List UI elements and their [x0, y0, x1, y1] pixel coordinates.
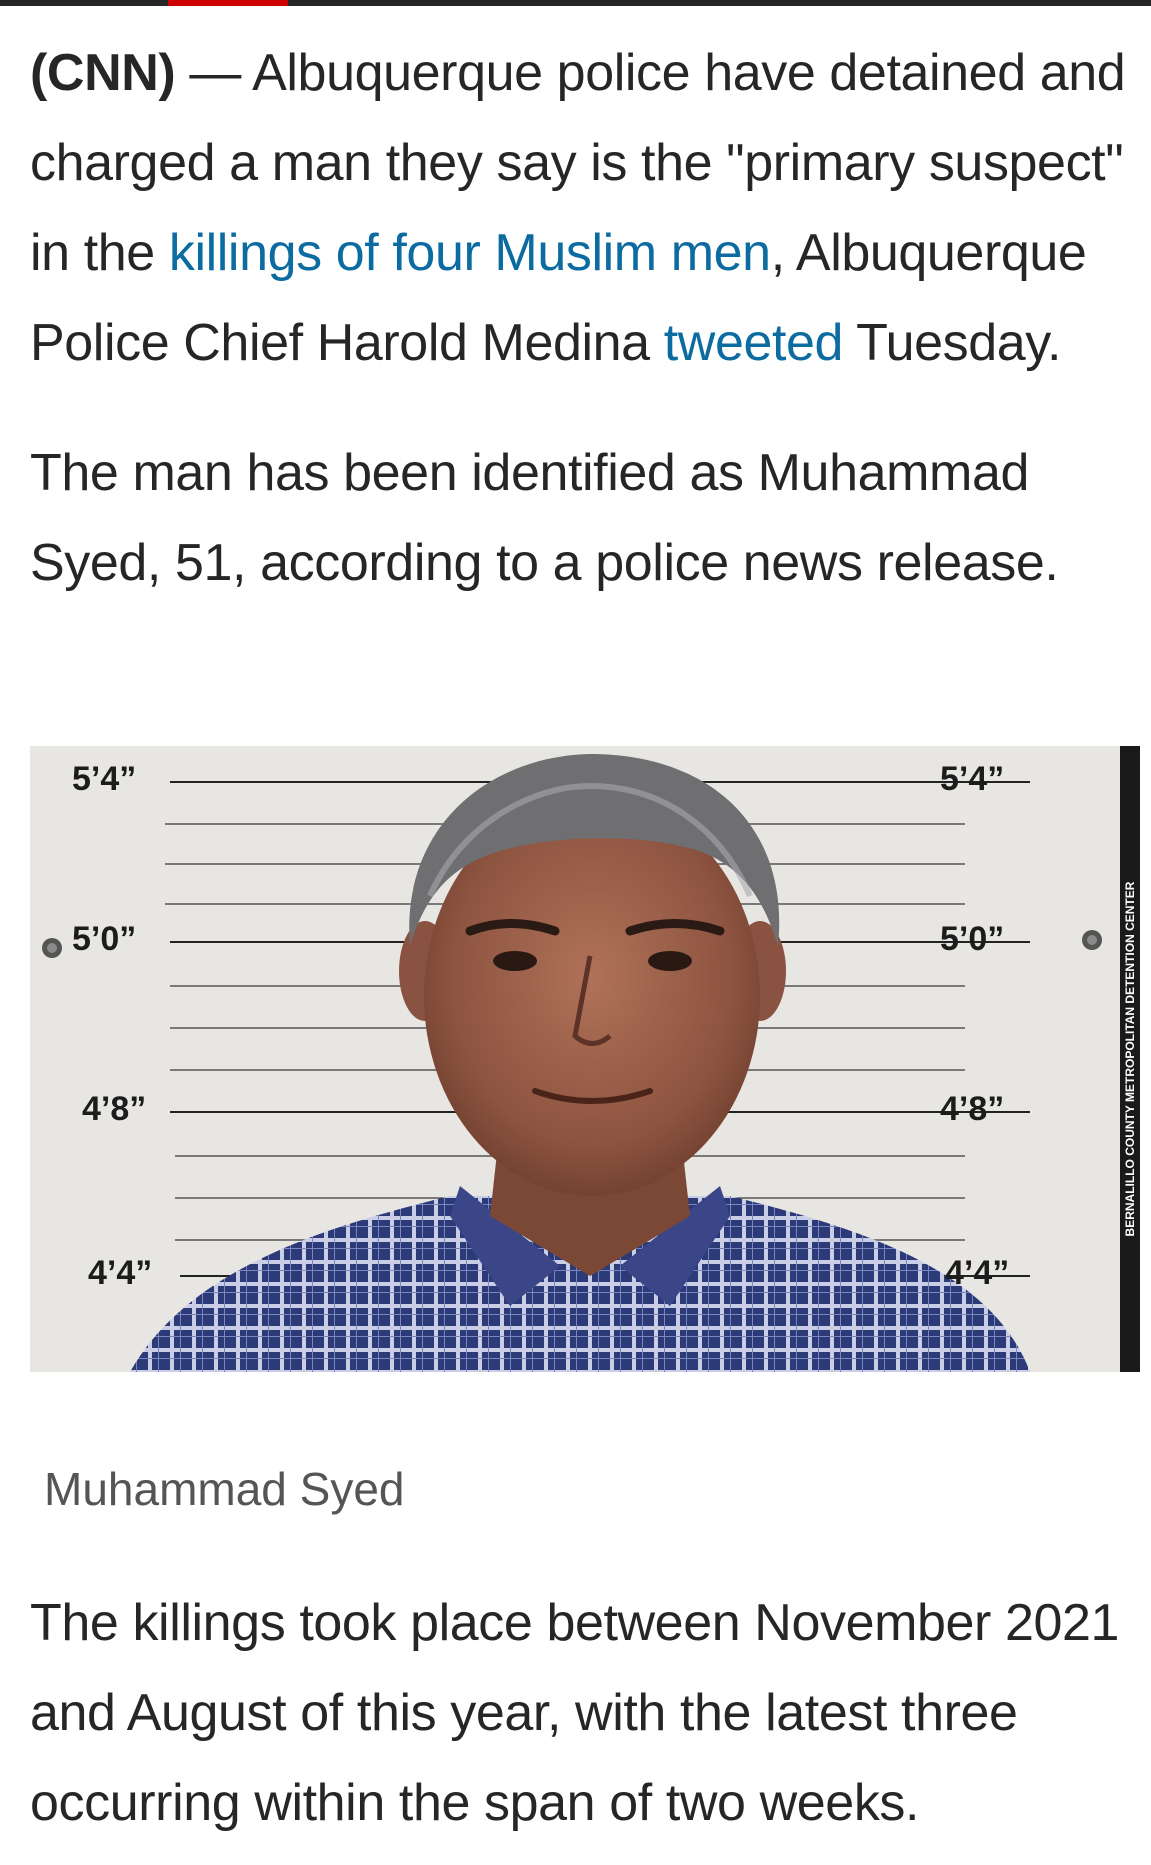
paragraph-2: The man has been identified as Muhammad …	[30, 444, 1059, 592]
height-mark-left-4: 4’4”	[88, 1254, 153, 1292]
height-mark-right-2: 5’0”	[940, 920, 1005, 958]
image-credit: BERNALILLO COUNTY METROPOLITAN DETENTION…	[1123, 881, 1137, 1237]
height-mark-left-1: 5’4”	[72, 760, 137, 798]
tweeted-link[interactable]: tweeted	[664, 314, 844, 372]
top-bar-accent	[168, 0, 288, 6]
paragraph-1-text-c: Tuesday.	[843, 314, 1062, 372]
height-mark-right-1: 5’4”	[940, 760, 1005, 798]
byline-dash: —	[175, 44, 253, 102]
height-mark-right-4: 4’4”	[945, 1254, 1010, 1292]
image-caption: Muhammad Syed	[44, 1463, 405, 1515]
height-mark-left-2: 5’0”	[72, 920, 137, 958]
height-mark-left-3: 4’8”	[82, 1090, 147, 1128]
article-body: (CNN) — Albuquerque police have detained…	[30, 28, 1130, 608]
height-mark-right-3: 4’8”	[940, 1090, 1005, 1128]
mugshot-image[interactable]: 5’4” 5’0” 4’8” 4’4” 5’4” 5’0” 4’8” 4’4” …	[30, 746, 1140, 1372]
killings-link[interactable]: killings of four Muslim men	[169, 224, 771, 282]
paragraph-3: The killings took place between November…	[30, 1594, 1120, 1832]
paragraph-1: (CNN) — Albuquerque police have detained…	[30, 28, 1130, 388]
byline: (CNN)	[30, 44, 176, 102]
